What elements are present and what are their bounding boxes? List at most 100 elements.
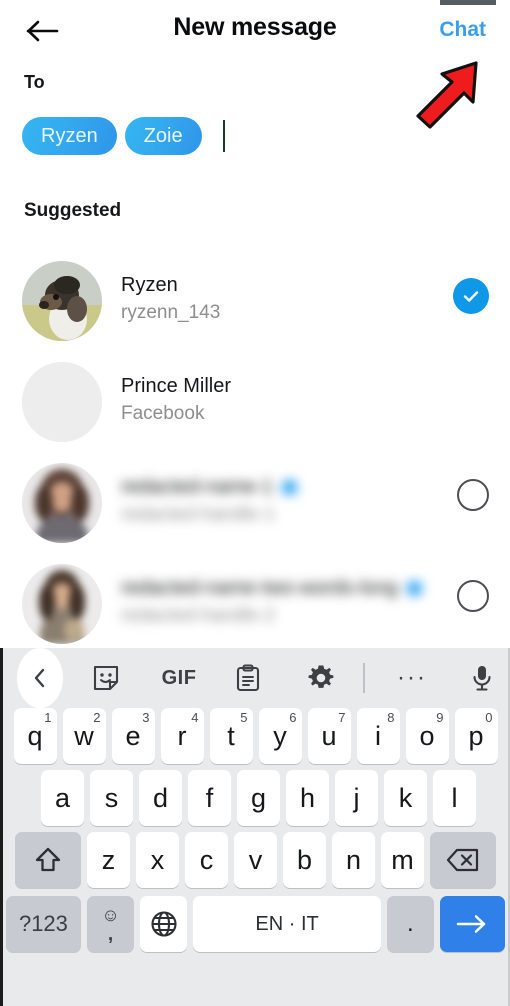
gear-icon[interactable]: [298, 648, 344, 708]
key-superscript: 6: [289, 710, 297, 725]
key-h[interactable]: h: [286, 770, 329, 826]
key-label: t: [227, 720, 235, 751]
annotation-arrow-icon: [416, 61, 478, 129]
list-item[interactable]: redacted-name-two-words-long redacted-ha…: [0, 553, 510, 654]
avatar: [22, 564, 102, 644]
key-o[interactable]: 9o: [405, 708, 449, 764]
keyboard-row-2: a s d f g h j k l: [9, 770, 508, 826]
key-label: i: [375, 720, 381, 751]
key-u[interactable]: 7u: [307, 708, 351, 764]
comma-label: ,: [107, 924, 114, 945]
select-radio-icon[interactable]: [457, 580, 489, 612]
list-item-text: redacted-name-1 redacted-handle-1: [121, 474, 298, 529]
key-s[interactable]: s: [90, 770, 133, 826]
list-item-text: Prince Miller Facebook: [121, 373, 231, 428]
globe-icon: [151, 911, 177, 937]
arrow-right-icon: [457, 915, 486, 933]
verified-badge-icon: [282, 479, 298, 495]
avatar: [22, 463, 102, 543]
sticker-icon[interactable]: [83, 648, 129, 708]
space-key[interactable]: EN · IT: [193, 896, 381, 952]
key-superscript: 8: [387, 710, 395, 725]
key-superscript: 5: [240, 710, 248, 725]
screen: New message Chat To Ryzen Zoie Suggested: [0, 0, 510, 1006]
list-item-name: redacted-name-two-words-long: [121, 575, 422, 601]
avatar: [22, 261, 102, 341]
clipboard-icon[interactable]: [225, 648, 271, 708]
list-item-subtitle: redacted-handle-2: [121, 605, 276, 626]
key-v[interactable]: v: [234, 832, 277, 888]
key-superscript: 7: [338, 710, 346, 725]
keyboard-row-3: z x c v b n m: [3, 832, 508, 888]
key-f[interactable]: f: [188, 770, 231, 826]
key-z[interactable]: z: [87, 832, 130, 888]
key-w[interactable]: 2w: [62, 708, 106, 764]
backspace-key[interactable]: [430, 832, 496, 888]
shift-icon: [35, 847, 61, 872]
list-item[interactable]: redacted-name-1 redacted-handle-1: [0, 452, 510, 553]
key-c[interactable]: c: [185, 832, 228, 888]
shift-key[interactable]: [15, 832, 81, 888]
key-j[interactable]: j: [335, 770, 378, 826]
redacted-name-text: redacted-name-1: [121, 476, 274, 498]
key-label: u: [321, 720, 337, 751]
key-superscript: 0: [485, 710, 493, 725]
app-header: New message Chat: [0, 0, 510, 62]
avatar: [22, 362, 102, 442]
key-superscript: 2: [93, 710, 101, 725]
recipient-chip[interactable]: Zoie: [124, 117, 202, 155]
chat-button[interactable]: Chat: [439, 18, 486, 42]
key-a[interactable]: a: [41, 770, 84, 826]
period-key[interactable]: .: [386, 896, 434, 952]
symbols-key[interactable]: ?123: [6, 896, 81, 952]
language-globe-key[interactable]: [140, 896, 188, 952]
key-y[interactable]: 6y: [258, 708, 302, 764]
verified-badge-icon: [406, 580, 422, 596]
key-label: w: [74, 720, 94, 751]
key-m[interactable]: m: [381, 832, 424, 888]
key-label: y: [273, 720, 287, 751]
key-l[interactable]: l: [433, 770, 476, 826]
key-r[interactable]: 4r: [160, 708, 204, 764]
key-b[interactable]: b: [283, 832, 326, 888]
gif-icon[interactable]: GIF: [153, 648, 205, 708]
suggested-section-label: Suggested: [24, 200, 122, 221]
backspace-icon: [446, 848, 479, 872]
key-e[interactable]: 3e: [111, 708, 155, 764]
list-item-name: Prince Miller: [121, 375, 232, 397]
key-label: q: [27, 720, 43, 751]
key-n[interactable]: n: [332, 832, 375, 888]
list-item[interactable]: Ryzen ryzenn_143: [0, 250, 510, 351]
key-i[interactable]: 8i: [356, 708, 400, 764]
microphone-icon[interactable]: [461, 648, 503, 708]
key-k[interactable]: k: [384, 770, 427, 826]
emoji-comma-key[interactable]: ☺ ,: [86, 896, 135, 952]
key-d[interactable]: d: [139, 770, 182, 826]
select-radio-icon[interactable]: [457, 479, 489, 511]
key-label: p: [468, 720, 484, 751]
list-item-text: Ryzen ryzenn_143: [121, 272, 220, 327]
key-p[interactable]: 0p: [454, 708, 498, 764]
key-t[interactable]: 5t: [209, 708, 253, 764]
key-g[interactable]: g: [237, 770, 280, 826]
key-q[interactable]: 1q: [13, 708, 57, 764]
more-options-icon[interactable]: ···: [388, 648, 436, 716]
chevron-left-icon[interactable]: [17, 648, 63, 708]
enter-key[interactable]: [439, 896, 505, 952]
key-label: e: [125, 720, 141, 751]
suggested-list: Ryzen ryzenn_143 Prince Miller Facebook: [0, 250, 510, 654]
key-superscript: 1: [44, 710, 52, 725]
recipient-chip-list: Ryzen Zoie: [22, 117, 225, 155]
keyboard-toolbar: GIF ···: [3, 648, 508, 708]
key-superscript: 3: [142, 710, 150, 725]
on-screen-keyboard: GIF ··· 1 q 2 w 3 e 4 r 5 t 6 y 7 u 8 i …: [0, 648, 510, 1006]
recipient-chip[interactable]: Ryzen: [22, 117, 117, 155]
list-item-subtitle: ryzenn_143: [121, 302, 221, 323]
redacted-name-text: redacted-name-two-words-long: [121, 577, 398, 599]
key-x[interactable]: x: [136, 832, 179, 888]
list-item-name: redacted-name-1: [121, 474, 298, 500]
toolbar-divider: [363, 663, 365, 693]
selected-check-icon[interactable]: [453, 278, 489, 314]
list-item-subtitle: Facebook: [121, 403, 205, 424]
list-item[interactable]: Prince Miller Facebook: [0, 351, 510, 452]
